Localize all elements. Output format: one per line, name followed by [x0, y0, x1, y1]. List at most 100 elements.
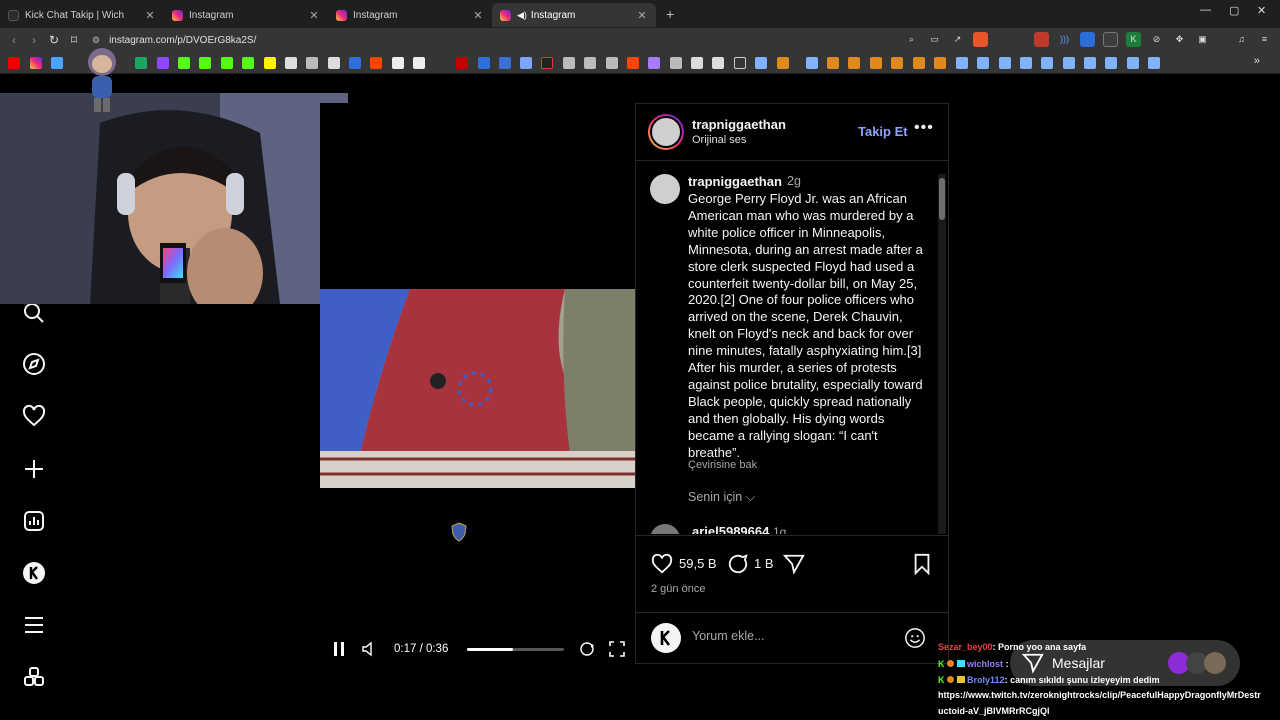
bookmark-icon[interactable]	[606, 57, 618, 69]
share-icon[interactable]	[783, 553, 805, 575]
close-tab-icon[interactable]: ✕	[144, 9, 156, 22]
comment-input[interactable]: Yorum ekle...	[692, 629, 765, 643]
see-translation-link[interactable]: Çevirisine bak	[688, 459, 757, 471]
bookmark-icon[interactable]	[392, 57, 404, 69]
youtube-bookmark-icon[interactable]	[8, 57, 20, 69]
close-tab-icon[interactable]: ✕	[636, 9, 648, 22]
kick-bookmark-icon[interactable]	[178, 57, 190, 69]
tab-kick-chat[interactable]: Kick Chat Takip | Wich ✕	[0, 3, 164, 27]
tab-instagram-1[interactable]: Instagram ✕	[164, 3, 328, 27]
like-heart-icon[interactable]	[651, 553, 673, 575]
forward-icon[interactable]: ›	[24, 33, 44, 47]
drive-bookmark-icon[interactable]	[135, 57, 147, 69]
bookmark-icon[interactable]	[563, 57, 575, 69]
bookmark-icon[interactable]	[827, 57, 839, 69]
dashboard-icon[interactable]	[20, 507, 48, 535]
menu-icon[interactable]	[20, 611, 48, 639]
tab-instagram-active[interactable]: ◀) Instagram ✕	[492, 3, 656, 27]
bookmark-icon[interactable]	[456, 57, 468, 69]
steam-bookmark-icon[interactable]	[977, 57, 989, 69]
zoom-icon[interactable]: ⌕	[904, 32, 919, 47]
steam-bookmark-icon[interactable]	[1063, 57, 1075, 69]
kick-avatar-icon[interactable]	[651, 623, 681, 653]
close-window-icon[interactable]: ✕	[1257, 4, 1266, 17]
restore-icon[interactable]: ▢	[1229, 4, 1239, 17]
avatar[interactable]	[650, 524, 680, 534]
comments-scrollbar[interactable]	[938, 174, 946, 534]
comment-sort-dropdown[interactable]: Senin için ⌵	[688, 490, 755, 505]
create-icon[interactable]	[20, 455, 48, 483]
avatar[interactable]	[650, 174, 680, 204]
extension-icon[interactable]	[1034, 32, 1049, 47]
comment-author[interactable]: ariel5989664	[692, 524, 769, 534]
emoji-icon[interactable]	[904, 627, 926, 649]
extension-icon[interactable]: ⊘	[1149, 32, 1164, 47]
bookmark-icon[interactable]	[264, 57, 276, 69]
x-bookmark-icon[interactable]	[328, 57, 340, 69]
media-icon[interactable]: ♫	[1234, 32, 1249, 47]
bookmark-icon[interactable]	[777, 57, 789, 69]
new-tab-button[interactable]: +	[666, 6, 674, 22]
bookmark-icon[interactable]	[306, 57, 318, 69]
folder-icon[interactable]	[734, 57, 746, 69]
steam-bookmark-icon[interactable]	[999, 57, 1011, 69]
apps-icon[interactable]	[20, 664, 48, 692]
tab-instagram-2[interactable]: Instagram ✕	[328, 3, 492, 27]
save-bookmark-icon[interactable]	[911, 553, 933, 575]
steam-bookmark-icon[interactable]	[806, 57, 818, 69]
reddit-bookmark-icon[interactable]	[627, 57, 639, 69]
steam-bookmark-icon[interactable]	[1020, 57, 1032, 69]
audio-playing-icon[interactable]: ◀)	[517, 10, 527, 21]
steam-bookmark-icon[interactable]	[1084, 57, 1096, 69]
bookmark-icon[interactable]	[520, 57, 532, 69]
steam-bookmark-icon[interactable]	[1041, 57, 1053, 69]
bookmark-icon[interactable]	[670, 57, 682, 69]
caption-author[interactable]: trapniggaethan	[688, 174, 782, 189]
comment-count[interactable]: 1 B	[754, 556, 774, 571]
kick-bookmark-icon[interactable]	[242, 57, 254, 69]
close-tab-icon[interactable]: ✕	[308, 9, 320, 22]
menu-icon[interactable]: ≡	[1257, 32, 1272, 47]
twitch-bookmark-icon[interactable]	[157, 57, 169, 69]
steam-bookmark-icon[interactable]	[1127, 57, 1139, 69]
steam-bookmark-icon[interactable]	[956, 57, 968, 69]
fullscreen-icon[interactable]	[609, 641, 625, 657]
bookmark-icon[interactable]	[870, 57, 882, 69]
volume-icon[interactable]	[361, 641, 375, 657]
instagram-bookmark-icon[interactable]	[30, 57, 42, 69]
extension-icon[interactable]	[1080, 32, 1095, 47]
reddit-bookmark-icon[interactable]	[370, 57, 382, 69]
author-avatar-ring[interactable]	[648, 114, 684, 150]
audio-label[interactable]: Orijinal ses	[692, 134, 746, 146]
like-count[interactable]: 59,5 B	[679, 556, 717, 571]
bookmark-icon[interactable]: ⌑	[64, 33, 84, 47]
close-tab-icon[interactable]: ✕	[472, 9, 484, 22]
bookmark-icon[interactable]	[51, 57, 63, 69]
bookmark-icon[interactable]	[648, 57, 660, 69]
extension-icon[interactable]: )))	[1057, 32, 1072, 47]
more-options-icon[interactable]: •••	[914, 119, 934, 137]
video-seek-bar[interactable]	[467, 648, 564, 651]
minimize-icon[interactable]: —	[1200, 4, 1211, 16]
explore-icon[interactable]	[20, 350, 48, 378]
bookmark-icon[interactable]	[349, 57, 361, 69]
steam-bookmark-icon[interactable]	[755, 57, 767, 69]
kick-icon[interactable]	[20, 559, 48, 587]
pause-icon[interactable]	[332, 641, 346, 657]
brave-shield-icon[interactable]	[973, 32, 988, 47]
loop-icon[interactable]	[579, 641, 595, 657]
post-author[interactable]: trapniggaethan	[692, 117, 786, 132]
bookmark-icon[interactable]	[541, 57, 553, 69]
heart-icon[interactable]	[20, 402, 48, 430]
bookmark-icon[interactable]	[913, 57, 925, 69]
comment-icon[interactable]	[727, 553, 749, 575]
reel-video[interactable]: 0:17 / 0:36	[320, 103, 636, 664]
scrollbar-thumb[interactable]	[939, 178, 945, 220]
bookmark-icon[interactable]	[584, 57, 596, 69]
bookmark-icon[interactable]	[499, 57, 511, 69]
bookmark-icon[interactable]	[848, 57, 860, 69]
more-bookmarks-icon[interactable]: »	[1254, 55, 1260, 67]
bookmark-icon[interactable]	[413, 57, 425, 69]
sidebar-icon[interactable]: ▣	[1195, 32, 1210, 47]
reload-icon[interactable]: ↻	[44, 33, 64, 47]
